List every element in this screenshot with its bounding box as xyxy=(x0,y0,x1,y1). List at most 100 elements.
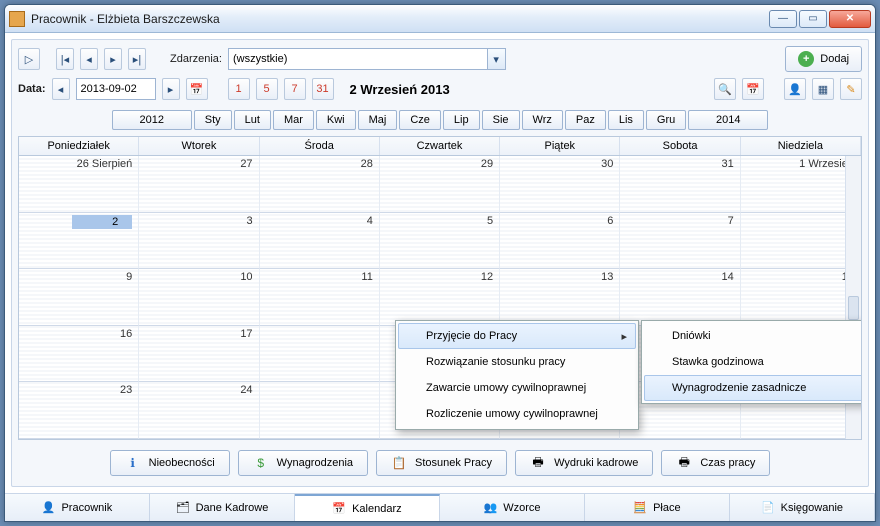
calendar-cell[interactable]: 6 xyxy=(500,213,620,270)
add-button[interactable]: + Dodaj xyxy=(785,46,862,72)
view-month-button[interactable]: 31 xyxy=(312,78,334,100)
calendar-cell[interactable]: 5 xyxy=(380,213,500,270)
calendar-cell[interactable]: 23 xyxy=(19,382,139,439)
calendar-cell[interactable]: 8 xyxy=(741,213,861,270)
calendar-cell[interactable]: 26 Sierpień xyxy=(19,156,139,213)
month-tab[interactable]: Wrz xyxy=(522,110,563,130)
context-menu-item[interactable]: Rozliczenie umowy cywilnoprawnej xyxy=(398,401,636,427)
calendar-cell[interactable]: 12 xyxy=(380,269,500,326)
date-next-button[interactable]: ▸ xyxy=(162,78,180,100)
month-tab[interactable]: Lis xyxy=(608,110,644,130)
calendar-cell[interactable]: 28 xyxy=(260,156,380,213)
action-button[interactable]: 🖶Czas pracy xyxy=(661,450,770,476)
plus-icon: + xyxy=(798,51,814,67)
month-tab[interactable]: 2014 xyxy=(688,110,768,130)
tab-label: Dane Kadrowe xyxy=(196,502,269,514)
nav-first-button[interactable]: |◂ xyxy=(56,48,74,70)
calendar-cell[interactable]: 13 xyxy=(500,269,620,326)
context-menu-item[interactable]: Rozwiązanie stosunku pracy xyxy=(398,349,636,375)
tab-label: Płace xyxy=(653,502,681,514)
calendar-cell[interactable] xyxy=(260,382,380,439)
nav-next-button[interactable]: ▸ xyxy=(104,48,122,70)
button-label: Wynagrodzenia xyxy=(277,457,353,469)
date-input[interactable]: 2013-09-02 xyxy=(76,78,156,100)
events-value: (wszystkie) xyxy=(233,53,287,65)
day-header: Piątek xyxy=(500,137,620,155)
calendar-cell[interactable]: 15 xyxy=(741,269,861,326)
calendar-cell[interactable]: 16 xyxy=(19,326,139,383)
tab-label: Księgowanie xyxy=(781,502,843,514)
calendar-cell[interactable]: 11 xyxy=(260,269,380,326)
bottom-tab[interactable]: 👤Pracownik xyxy=(5,494,150,521)
month-tab[interactable]: Cze xyxy=(399,110,441,130)
calendar-cell[interactable]: 29 xyxy=(380,156,500,213)
month-tab[interactable]: Gru xyxy=(646,110,686,130)
month-tab[interactable]: Paz xyxy=(565,110,606,130)
context-submenu-item[interactable]: Stawka godzinowa xyxy=(644,349,862,375)
action-button[interactable]: $Wynagrodzenia xyxy=(238,450,368,476)
date-prev-button[interactable]: ◂ xyxy=(52,78,70,100)
view-week-button[interactable]: 7 xyxy=(284,78,306,100)
tab-icon: 🧮 xyxy=(633,501,647,514)
search-button[interactable]: 🔍 xyxy=(714,78,736,100)
edit-button[interactable]: ✎ xyxy=(840,78,862,100)
events-dropdown[interactable]: (wszystkie) ▾ xyxy=(228,48,506,70)
calendar-cell[interactable]: 10 xyxy=(139,269,259,326)
maximize-button[interactable]: ▭ xyxy=(799,10,827,28)
calendar-cell[interactable] xyxy=(260,326,380,383)
dropdown-arrow-icon[interactable]: ▾ xyxy=(487,49,505,69)
calendar-cell[interactable]: 30 xyxy=(500,156,620,213)
month-tab[interactable]: Lut xyxy=(234,110,271,130)
minimize-button[interactable]: — xyxy=(769,10,797,28)
tab-label: Wzorce xyxy=(503,502,540,514)
tool-calendar-button[interactable]: 📅 xyxy=(742,78,764,100)
view-day-button[interactable]: 1 xyxy=(228,78,250,100)
calendar-cell[interactable]: 14 xyxy=(620,269,740,326)
tool-person-button[interactable]: 👤 xyxy=(784,78,806,100)
context-menu-item[interactable]: Zawarcie umowy cywilnoprawnej xyxy=(398,375,636,401)
calendar-cell[interactable]: 3 xyxy=(139,213,259,270)
button-icon: 🖶 xyxy=(676,455,692,471)
month-selector: 2012StyLutMarKwiMajCzeLipSieWrzPazLisGru… xyxy=(18,110,862,130)
month-tab[interactable]: Sie xyxy=(482,110,520,130)
bottom-tab[interactable]: 📅Kalendarz xyxy=(295,494,440,521)
calendar-cell[interactable]: 7 xyxy=(620,213,740,270)
calendar-cell[interactable]: 1 Wrzesień xyxy=(741,156,861,213)
context-menu-item[interactable]: Przyjęcie do Pracy▸ xyxy=(398,323,636,349)
action-button[interactable]: 🖶Wydruki kadrowe xyxy=(515,450,653,476)
close-button[interactable]: ✕ xyxy=(829,10,871,28)
action-button[interactable]: 📋Stosunek Pracy xyxy=(376,450,507,476)
calendar-cell[interactable]: 24 xyxy=(139,382,259,439)
calendar-cell[interactable]: 2 xyxy=(19,213,139,270)
calendar-cell[interactable]: 17 xyxy=(139,326,259,383)
month-tab[interactable]: Maj xyxy=(358,110,398,130)
tool-grid-button[interactable]: ▦ xyxy=(812,78,834,100)
nav-record-button[interactable]: ▷ xyxy=(18,48,40,70)
context-submenu-item[interactable]: Dniówki xyxy=(644,323,862,349)
bottom-tab[interactable]: 👥Wzorce xyxy=(440,494,585,521)
tab-label: Pracownik xyxy=(61,502,112,514)
toolbar-date: Data: ◂ 2013-09-02 ▸ 📅 1 5 7 31 2 Wrzesi… xyxy=(18,78,862,100)
month-tab[interactable]: Sty xyxy=(194,110,232,130)
context-submenu-item[interactable]: Wynagrodzenie zasadnicze xyxy=(644,375,862,401)
calendar-cell[interactable]: 9 xyxy=(19,269,139,326)
bottom-tab[interactable]: 🗂Dane Kadrowe xyxy=(150,494,295,521)
view-workweek-button[interactable]: 5 xyxy=(256,78,278,100)
day-header: Sobota xyxy=(620,137,740,155)
month-tab[interactable]: Kwi xyxy=(316,110,356,130)
bottom-tab[interactable]: 📄Księgowanie xyxy=(730,494,875,521)
month-tab[interactable]: 2012 xyxy=(112,110,192,130)
calendar-cell[interactable]: 27 xyxy=(139,156,259,213)
nav-last-button[interactable]: ▸| xyxy=(128,48,146,70)
calendar-cell[interactable]: 4 xyxy=(260,213,380,270)
month-tab[interactable]: Mar xyxy=(273,110,314,130)
displayed-date: 2 Wrzesień 2013 xyxy=(350,82,450,97)
day-header: Czwartek xyxy=(380,137,500,155)
nav-prev-button[interactable]: ◂ xyxy=(80,48,98,70)
scroll-thumb[interactable] xyxy=(848,296,859,320)
calendar-picker-button[interactable]: 📅 xyxy=(186,78,208,100)
month-tab[interactable]: Lip xyxy=(443,110,480,130)
action-button[interactable]: ℹNieobecności xyxy=(110,450,230,476)
bottom-tab[interactable]: 🧮 Płace xyxy=(585,494,730,521)
calendar-cell[interactable]: 31 xyxy=(620,156,740,213)
